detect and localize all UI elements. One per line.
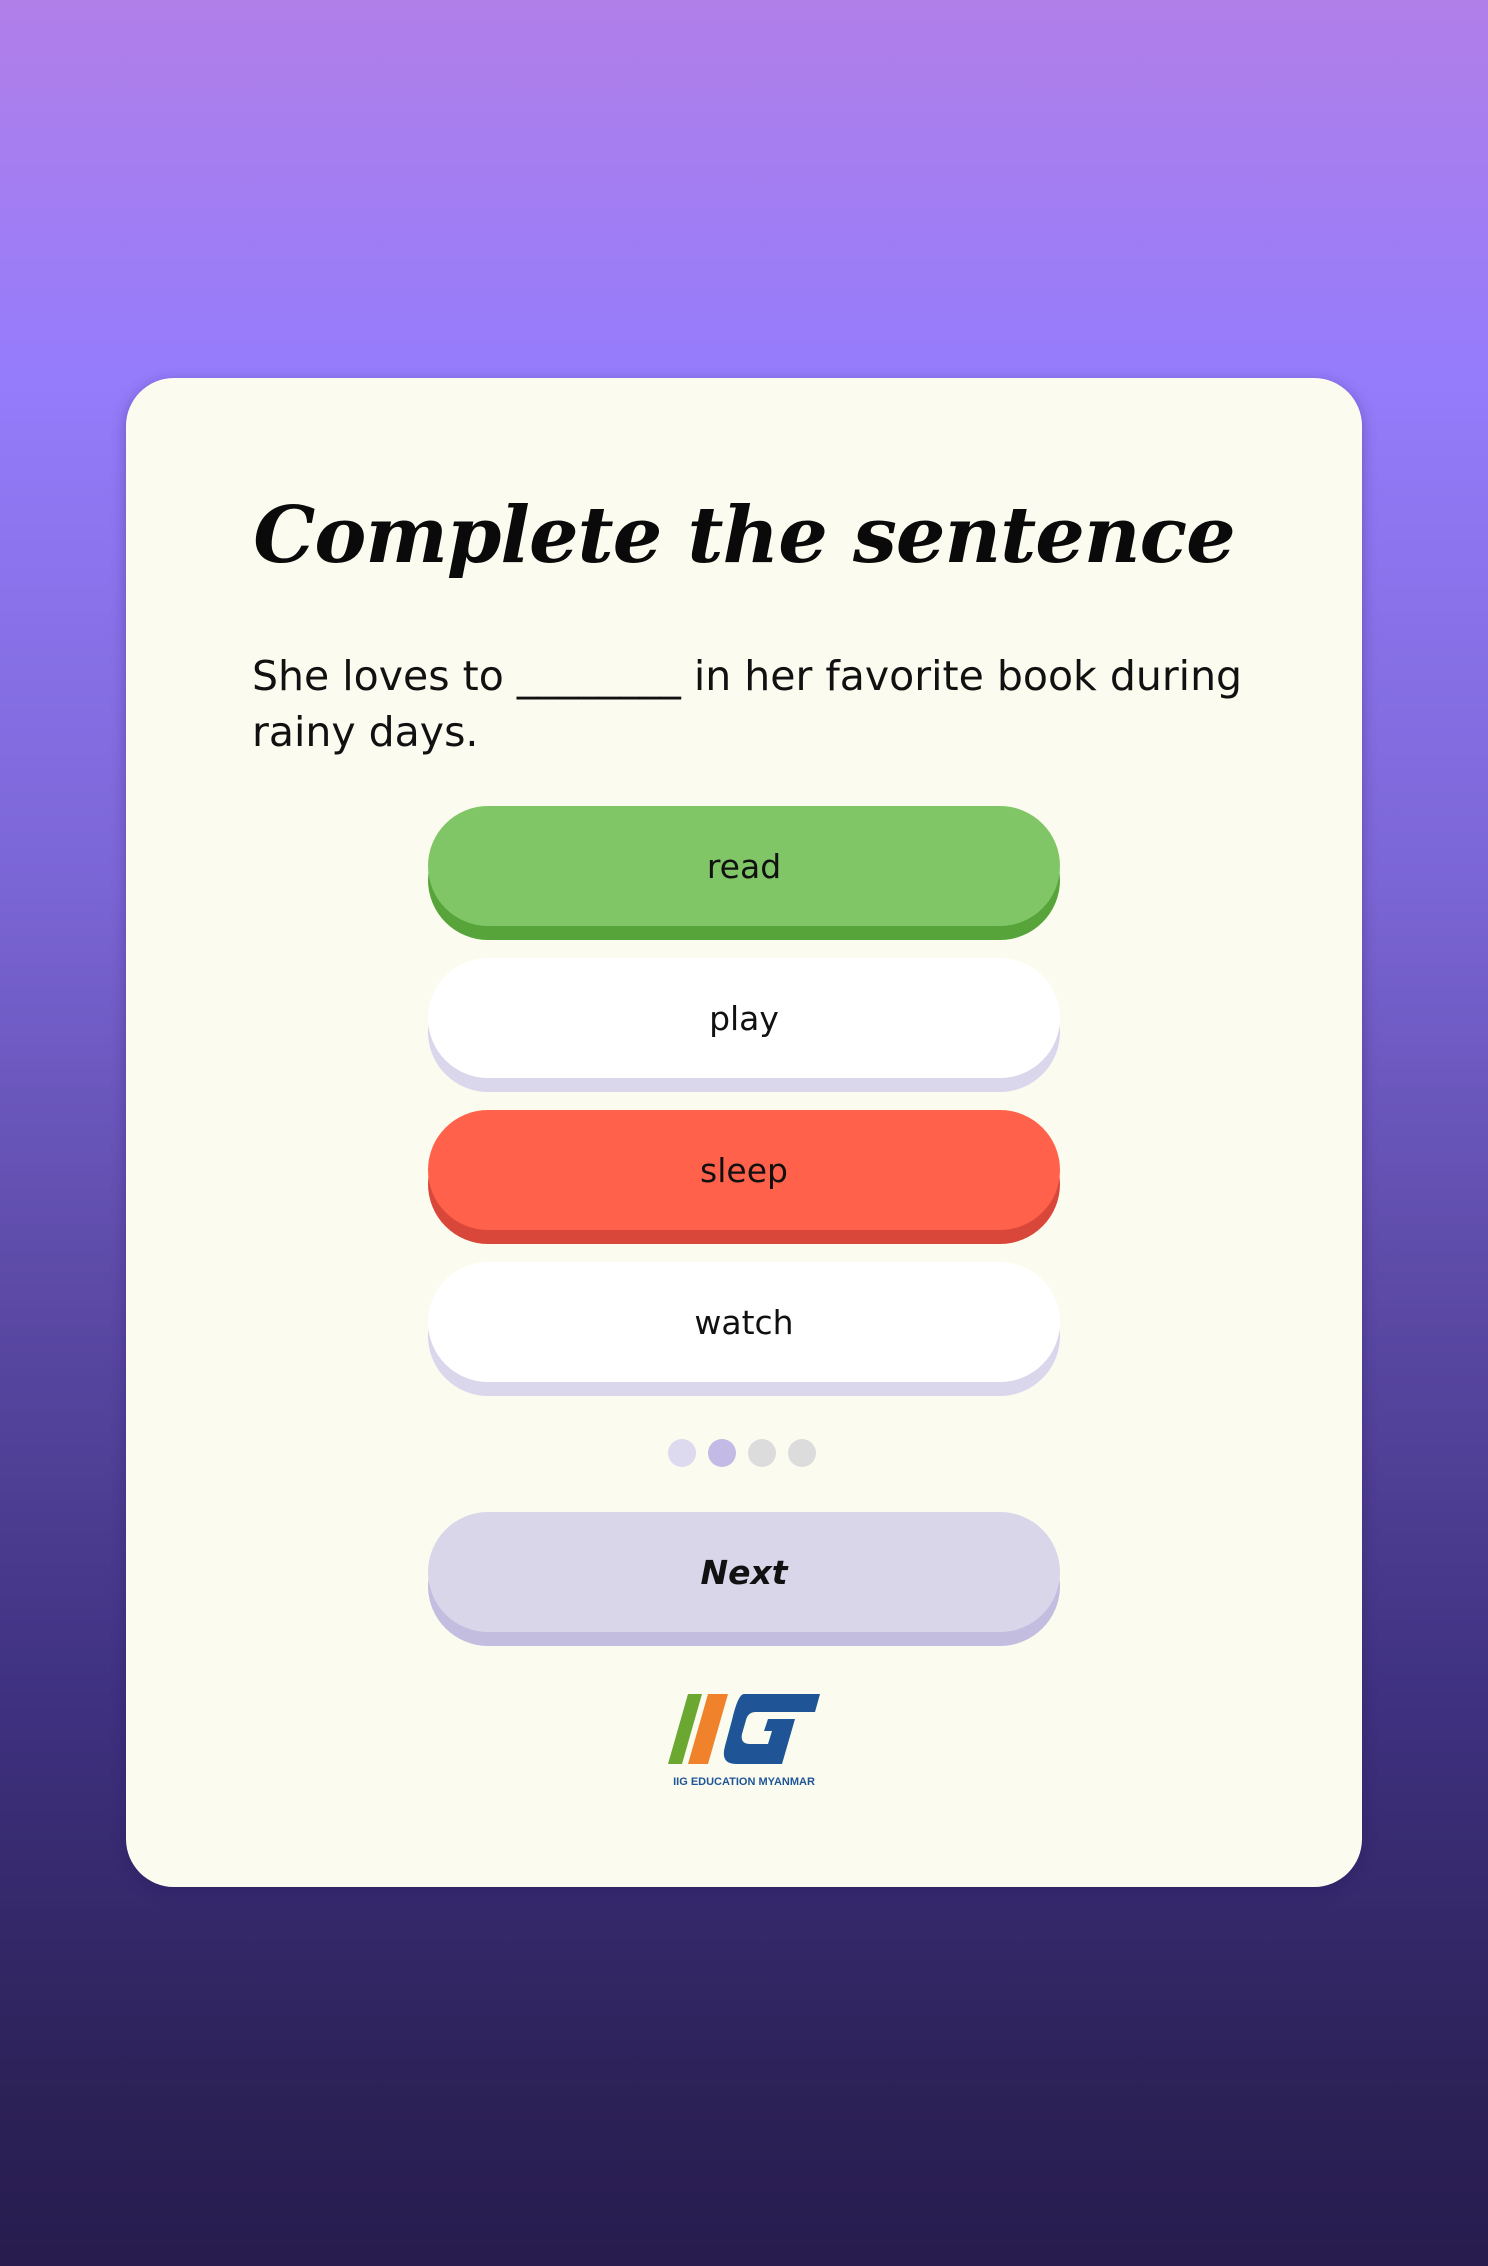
next-button-label: Next xyxy=(700,1552,788,1592)
logo-caption: IIG EDUCATION MYANMAR xyxy=(673,1776,815,1788)
quiz-card: Complete the sentence She loves to _____… xyxy=(126,378,1362,1887)
option-label: play xyxy=(709,998,779,1038)
progress-dot-current xyxy=(708,1439,736,1467)
option-sleep-button[interactable]: sleep xyxy=(428,1110,1060,1230)
progress-dot xyxy=(668,1439,696,1467)
option-label: read xyxy=(706,846,782,886)
progress-dots xyxy=(668,1439,816,1467)
iig-logo: IIG EDUCATION MYANMAR xyxy=(668,1694,820,1788)
page-title: Complete the sentence xyxy=(253,490,1236,581)
option-read-button[interactable]: read xyxy=(428,806,1060,926)
next-button[interactable]: Next xyxy=(428,1512,1060,1632)
logo-g-mark xyxy=(723,1694,820,1764)
option-label: watch xyxy=(694,1302,794,1342)
option-watch-button[interactable]: watch xyxy=(428,1262,1060,1382)
progress-dot xyxy=(748,1439,776,1467)
question-text: She loves to ________ in her favorite bo… xyxy=(252,652,1243,756)
progress-dot xyxy=(788,1439,816,1467)
option-label: sleep xyxy=(700,1150,788,1190)
option-play-button[interactable]: play xyxy=(428,958,1060,1078)
